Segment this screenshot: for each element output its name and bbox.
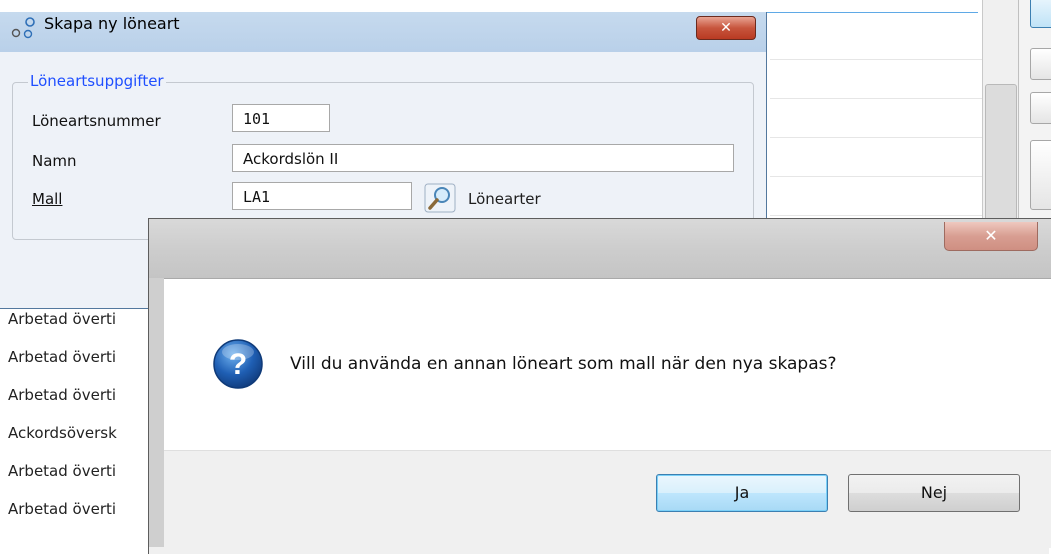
message-box-close-button[interactable]: ✕ (944, 222, 1038, 251)
magnifier-icon[interactable] (424, 183, 456, 213)
grid-selection-line (766, 12, 978, 13)
list-item[interactable]: Ackordsöversk (0, 414, 160, 452)
side-button[interactable] (1030, 48, 1051, 80)
grid-row-line (770, 98, 984, 99)
name-field[interactable]: Ackordslön II (232, 144, 734, 172)
wage-type-icon (11, 17, 35, 39)
side-button[interactable] (1030, 140, 1051, 210)
list-item[interactable]: Arbetad överti (0, 452, 160, 490)
list-item[interactable]: Arbetad överti (0, 338, 160, 376)
grid-row-line (770, 137, 984, 138)
grid-row-line (770, 176, 984, 177)
background-list: Arbetad överti Arbetad överti Arbetad öv… (0, 300, 160, 528)
grid-row-line (770, 215, 984, 216)
message-text: Vill du använda en annan löneart som mal… (290, 354, 837, 374)
message-box-frame (148, 278, 165, 547)
question-icon: ? (213, 339, 263, 389)
close-button[interactable]: ✕ (696, 16, 756, 40)
groupbox-title: Löneartsuppgifter (28, 72, 166, 90)
side-button[interactable] (1030, 92, 1051, 124)
yes-button[interactable]: Ja (656, 474, 828, 512)
list-item[interactable]: Arbetad överti (0, 376, 160, 414)
name-label: Namn (32, 152, 77, 170)
wage-number-label: Löneartsnummer (32, 112, 161, 130)
list-item[interactable]: Arbetad överti (0, 490, 160, 528)
dialog-title: Skapa ny löneart (44, 14, 180, 33)
template-field[interactable]: LA1 (232, 182, 412, 210)
message-box-titlebar (148, 218, 1051, 280)
template-label: Mall (32, 190, 63, 208)
side-button[interactable] (1030, 0, 1051, 28)
grid-scrollbar-thumb[interactable] (985, 84, 1017, 236)
wage-number-field[interactable]: 101 (232, 104, 330, 132)
lookup-label[interactable]: Lönearter (468, 190, 541, 208)
svg-text:?: ? (229, 348, 247, 381)
no-button[interactable]: Nej (848, 474, 1020, 512)
grid-row-line (770, 59, 984, 60)
